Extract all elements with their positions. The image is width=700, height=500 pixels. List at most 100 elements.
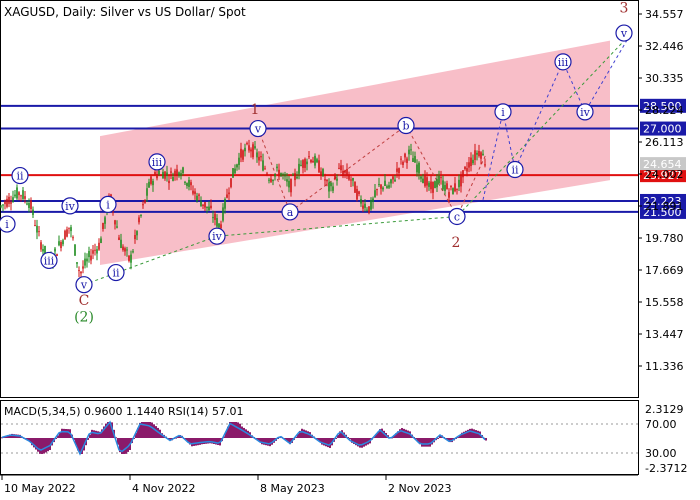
candle-body: [168, 180, 170, 184]
candle-body: [244, 147, 246, 152]
candle-body: [238, 157, 240, 165]
candle-body: [324, 179, 326, 181]
candle-body: [88, 251, 90, 258]
candle-body: [114, 220, 116, 225]
candle-body: [480, 152, 482, 159]
candle-body: [64, 230, 66, 240]
candle-body: [334, 175, 336, 180]
candle-body: [136, 231, 138, 236]
candle-body: [418, 162, 420, 174]
candle-body: [92, 250, 94, 254]
candle-body: [54, 248, 56, 252]
macd-bar: [41, 438, 43, 454]
candle-body: [376, 189, 378, 191]
candle-body: [374, 190, 376, 198]
candle-body: [432, 181, 434, 193]
chart-canvas[interactable]: 28.50027.00023.92722.22321.500 iiiiiiivv…: [0, 0, 700, 500]
candle-body: [440, 177, 442, 179]
wave-label-major: 2: [452, 235, 461, 251]
indicator-tick: -2.3712: [645, 462, 687, 475]
candle-body: [352, 177, 354, 181]
candle-body: [406, 158, 408, 164]
macd-bar: [263, 438, 265, 445]
candle-body: [180, 173, 182, 176]
candle-body: [274, 173, 276, 177]
macd-bar: [423, 438, 425, 447]
macd-bar: [401, 428, 403, 438]
candle-body: [256, 152, 258, 158]
candle-body: [78, 270, 80, 272]
candle-body: [130, 254, 132, 263]
macd-bar: [67, 429, 69, 438]
wave-label-text: v: [620, 27, 628, 40]
candle-body: [270, 178, 272, 182]
candle-body: [382, 187, 384, 190]
macd-bar: [47, 438, 49, 452]
candle-body: [118, 237, 120, 240]
candle-body: [422, 178, 424, 184]
candle-body: [364, 203, 366, 208]
candle-body: [426, 177, 428, 186]
candle-body: [100, 238, 102, 244]
candle-body: [72, 237, 74, 239]
price-tick-label: 13.447: [645, 328, 684, 341]
candle-body: [398, 168, 400, 174]
candle-body: [272, 179, 274, 182]
macd-bar: [359, 438, 361, 448]
macd-bar: [155, 426, 157, 438]
candle-body: [230, 178, 232, 188]
candle-body: [320, 171, 322, 176]
macd-bar: [475, 430, 477, 438]
candle-body: [414, 156, 416, 163]
candle-body: [326, 179, 328, 182]
candle-body: [310, 159, 312, 163]
candle-body: [462, 170, 464, 178]
price-tick-label: 17.669: [645, 264, 684, 277]
candle-body: [84, 258, 86, 266]
candle-body: [408, 149, 410, 155]
macd-bar: [269, 438, 271, 447]
candle-body: [204, 202, 206, 208]
macd-bar: [363, 438, 365, 447]
wave-label-text: i: [501, 106, 505, 119]
macd-bar: [233, 422, 235, 438]
candle-body: [446, 183, 448, 190]
candle-body: [300, 164, 302, 166]
candle-body: [444, 185, 446, 191]
candle-body: [288, 180, 290, 188]
candle-body: [148, 181, 150, 188]
candle-body: [196, 195, 198, 202]
macd-bar: [153, 424, 155, 438]
macd-bar: [425, 438, 427, 447]
macd-bar: [39, 438, 41, 454]
price-tick-label: 19.780: [645, 232, 684, 245]
macd-bar: [305, 430, 307, 438]
candle-body: [10, 202, 12, 204]
candle-body: [0, 205, 2, 207]
candle-body: [68, 227, 70, 229]
candle-body: [56, 254, 58, 256]
candle-body: [466, 168, 468, 172]
wave-label-text: ii: [112, 267, 120, 280]
candle-body: [370, 200, 372, 210]
candle-body: [216, 218, 218, 227]
wave-label-text: ii: [511, 163, 519, 176]
time-tick-label: 2 Nov 2023: [388, 482, 451, 495]
candle-body: [150, 176, 152, 184]
candle-body: [172, 176, 174, 181]
candle-body: [340, 165, 342, 171]
candle-body: [316, 159, 318, 163]
candle-body: [234, 168, 236, 174]
candle-body: [464, 166, 466, 170]
candle-body: [158, 170, 160, 175]
wave-label-text: iv: [580, 106, 591, 119]
candle-body: [60, 242, 62, 249]
macd-bar: [91, 429, 93, 438]
candle-body: [304, 158, 306, 168]
candle-body: [420, 176, 422, 179]
candle-body: [214, 213, 216, 220]
candle-body: [362, 205, 364, 209]
macd-bar: [301, 428, 303, 438]
candle-body: [226, 194, 228, 198]
candle-body: [386, 186, 388, 188]
